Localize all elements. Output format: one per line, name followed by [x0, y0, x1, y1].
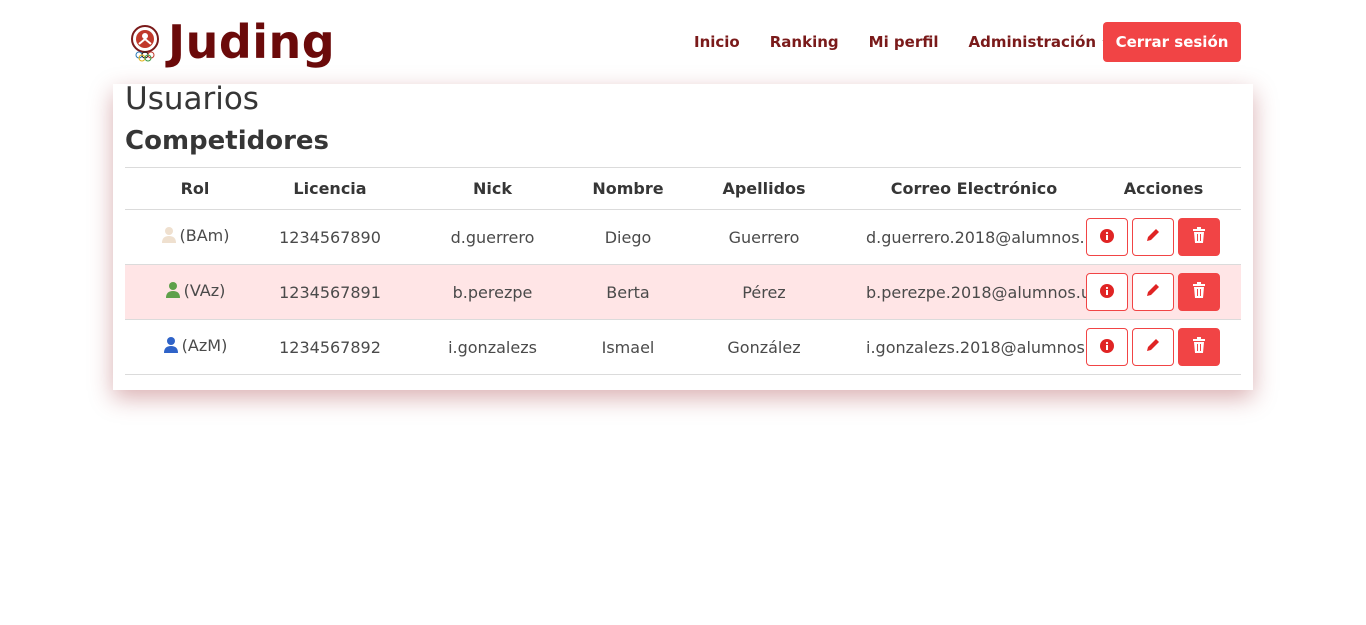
user-icon — [165, 281, 181, 299]
nav-link-mi-perfil[interactable]: Mi perfil — [869, 33, 939, 51]
email-cell: d.guerrero.2018@alumnos.urjc.es — [862, 209, 1086, 265]
info-icon — [1100, 338, 1114, 357]
role-code: (BAm) — [179, 225, 230, 245]
actions-cell — [1086, 319, 1241, 375]
role-cell: (AzM) — [125, 319, 265, 375]
role-cell: (VAz) — [125, 264, 265, 320]
nick-cell: b.perezpe — [395, 264, 590, 320]
navbar: Juding Inicio Ranking Mi perfil Administ… — [0, 0, 1366, 84]
delete-button[interactable] — [1178, 273, 1220, 311]
email-cell: i.gonzalezs.2018@alumnos.urjc.es — [862, 319, 1086, 375]
role-code: (VAz) — [183, 280, 226, 300]
license-cell: 1234567890 — [265, 209, 395, 265]
user-icon — [161, 226, 177, 244]
nav-dropdown-administracion[interactable]: Administración — [969, 33, 1115, 51]
column-header-nombre: Nombre — [590, 167, 666, 210]
license-cell: 1234567892 — [265, 319, 395, 375]
edit-button[interactable] — [1132, 218, 1174, 256]
table-row: (AzM) 1234567892 i.gonzalezs Ismael Gonz… — [125, 319, 1241, 375]
column-header-correo: Correo Electrónico — [862, 167, 1086, 210]
brand-name: Juding — [168, 15, 336, 69]
competitors-table: Rol Licencia Nick Nombre Apellidos Corre… — [125, 167, 1241, 375]
section-title: Competidores — [125, 126, 330, 156]
users-card: Usuarios Competidores Rol Licencia Nick … — [113, 84, 1253, 390]
delete-button[interactable] — [1178, 218, 1220, 256]
page-title: Usuarios — [125, 81, 259, 117]
column-header-licencia: Licencia — [265, 167, 395, 210]
info-button[interactable] — [1086, 218, 1128, 256]
column-header-apellidos: Apellidos — [666, 167, 862, 210]
nick-cell: d.guerrero — [395, 209, 590, 265]
info-icon — [1100, 228, 1114, 247]
info-icon — [1100, 283, 1114, 302]
trash-icon — [1192, 282, 1206, 302]
nav-links: Inicio Ranking Mi perfil Administración — [680, 22, 1144, 62]
surname-cell: Pérez — [666, 264, 862, 320]
nav-link-ranking[interactable]: Ranking — [770, 33, 839, 51]
actions-cell — [1086, 209, 1241, 265]
pencil-icon — [1145, 227, 1161, 247]
judo-club-logo-icon — [128, 22, 162, 62]
edit-button[interactable] — [1132, 273, 1174, 311]
license-cell: 1234567891 — [265, 264, 395, 320]
user-icon — [163, 336, 179, 354]
nav-dropdown-label: Administración — [968, 33, 1097, 51]
info-button[interactable] — [1086, 328, 1128, 366]
info-button[interactable] — [1086, 273, 1128, 311]
brand[interactable]: Juding — [128, 14, 335, 70]
logout-button[interactable]: Cerrar sesión — [1103, 22, 1241, 62]
trash-icon — [1192, 337, 1206, 357]
role-cell: (BAm) — [125, 209, 265, 265]
table-row: (VAz) 1234567891 b.perezpe Berta Pérez b… — [125, 264, 1241, 320]
actions-cell — [1086, 264, 1241, 320]
name-cell: Diego — [590, 209, 666, 265]
trash-icon — [1192, 227, 1206, 247]
nav-link-inicio[interactable]: Inicio — [694, 33, 740, 51]
table-row: (BAm) 1234567890 d.guerrero Diego Guerre… — [125, 209, 1241, 265]
nick-cell: i.gonzalezs — [395, 319, 590, 375]
column-header-rol: Rol — [125, 167, 265, 210]
pencil-icon — [1145, 337, 1161, 357]
surname-cell: González — [666, 319, 862, 375]
name-cell: Berta — [590, 264, 666, 320]
edit-button[interactable] — [1132, 328, 1174, 366]
table-header-row: Rol Licencia Nick Nombre Apellidos Corre… — [125, 167, 1241, 210]
delete-button[interactable] — [1178, 328, 1220, 366]
role-code: (AzM) — [181, 335, 228, 355]
column-header-acciones: Acciones — [1086, 167, 1241, 210]
surname-cell: Guerrero — [666, 209, 862, 265]
column-header-nick: Nick — [395, 167, 590, 210]
name-cell: Ismael — [590, 319, 666, 375]
email-cell: b.perezpe.2018@alumnos.urjc.es — [862, 264, 1086, 320]
pencil-icon — [1145, 282, 1161, 302]
